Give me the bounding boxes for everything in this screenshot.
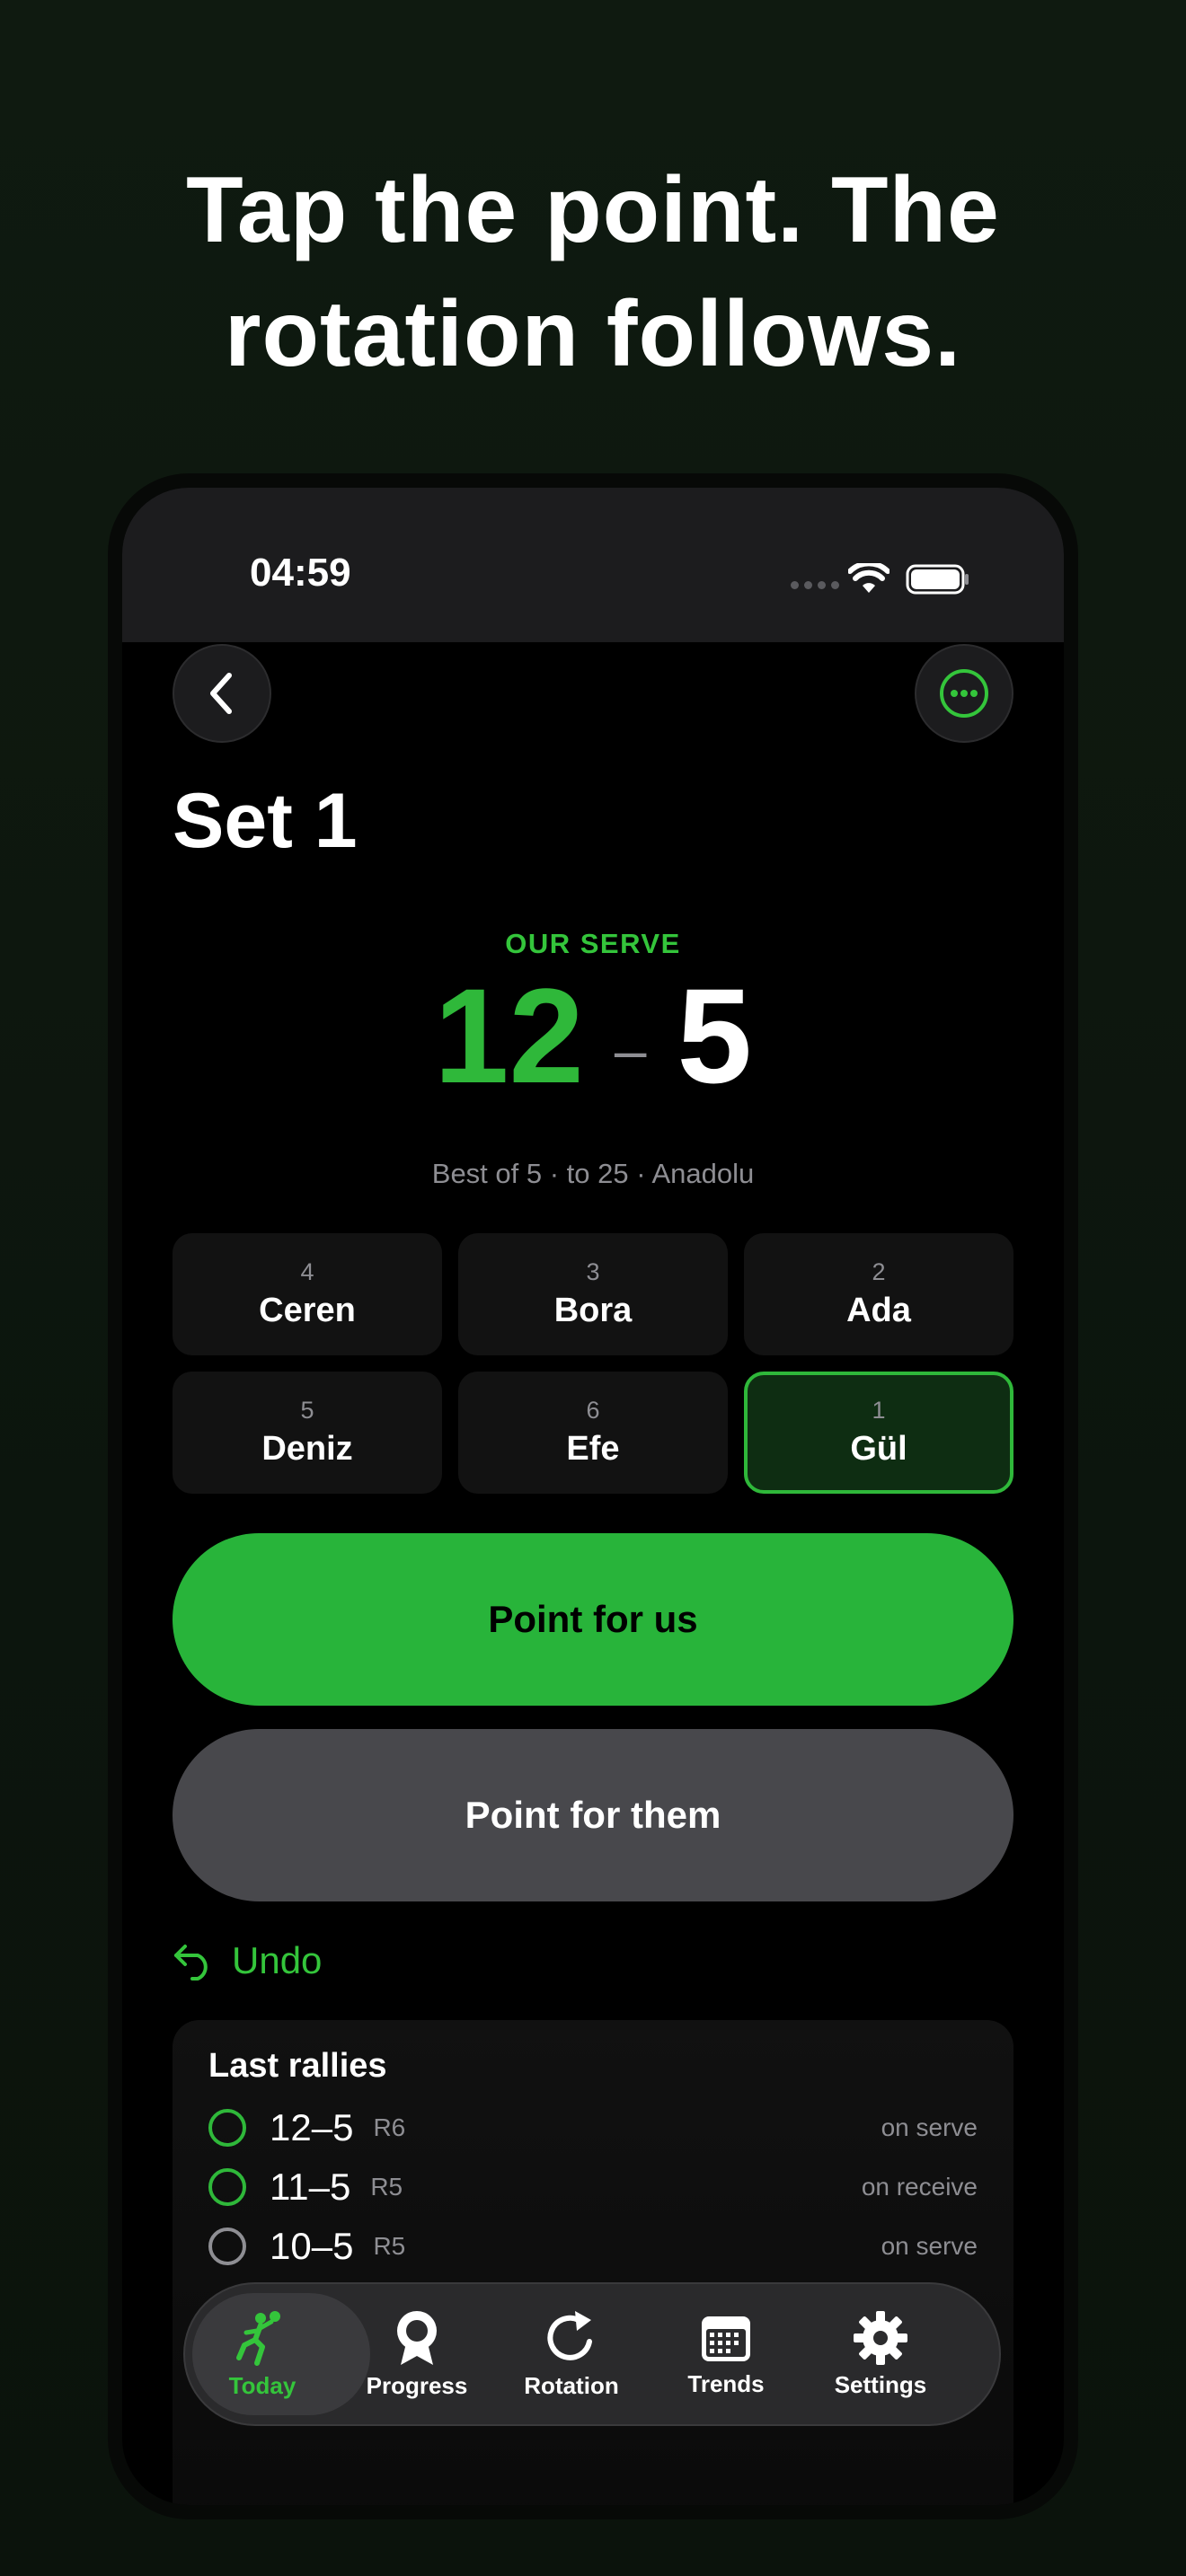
position-number: 1	[872, 1397, 886, 1424]
match-info: Best of 5 · to 25 · Anadolu	[431, 1158, 755, 1189]
chevron-left-icon	[210, 673, 232, 714]
player-name: Ada	[846, 1292, 911, 1329]
tab-rotation[interactable]: Rotation	[494, 2282, 649, 2426]
position-card[interactable]: 6 Efe	[458, 1372, 728, 1494]
point-for-them-button[interactable]: Point for them	[173, 1729, 1013, 1901]
position-number: 3	[586, 1258, 600, 1285]
player-name: Efe	[566, 1430, 620, 1468]
status-bar: 04:59	[122, 488, 1064, 642]
more-options-button[interactable]	[915, 644, 1013, 743]
battery-icon	[906, 564, 969, 595]
rally-phase: on serve	[881, 2232, 978, 2260]
tab-label: Settings	[834, 2370, 927, 2398]
tab-trends[interactable]: Trends	[649, 2282, 803, 2426]
signal-icon	[791, 581, 839, 589]
wifi-icon	[848, 563, 890, 593]
tab-bar: Today Progress Rotation Trends Settings	[183, 2282, 1001, 2426]
position-card[interactable]: 4 Ceren	[173, 1233, 442, 1355]
tab-label: Progress	[366, 2371, 468, 2399]
position-card[interactable]: 5 Deniz	[173, 1372, 442, 1494]
award-ribbon-icon	[397, 2310, 437, 2365]
gear-icon	[854, 2310, 907, 2365]
headline: Tap the point. The rotation follows.	[0, 148, 1186, 396]
headline-line-1: Tap the point. The	[186, 158, 1000, 262]
rally-rotation: R5	[373, 2232, 406, 2260]
calendar-icon	[702, 2316, 750, 2361]
undo-arrow-icon	[174, 1945, 208, 1981]
tab-label: Rotation	[524, 2371, 619, 2399]
position-card[interactable]: 2 Ada	[744, 1233, 1013, 1355]
ellipsis-circle-icon	[940, 669, 988, 718]
player-name: Gül	[850, 1430, 907, 1468]
tab-settings[interactable]: Settings	[803, 2282, 958, 2426]
rally-rotation: R6	[373, 2113, 406, 2141]
phone-frame: 04:59 Set 1 OUR SERVE 12 – 5 Best of 5 ·…	[122, 488, 1064, 2505]
serve-status-label: OUR SERVE	[505, 928, 681, 959]
position-card[interactable]: 3 Bora	[458, 1233, 728, 1355]
rally-row[interactable]: 11–5 R5 on receive	[208, 2162, 978, 2212]
rally-rotation: R5	[370, 2173, 403, 2201]
position-number: 2	[872, 1258, 886, 1285]
score-us: 12	[434, 959, 584, 1111]
scoreboard: 12 – 5	[122, 960, 1064, 1111]
rotation-grid: 4 Ceren 3 Bora 2 Ada 5 Deniz 6 Efe 1 Gül	[173, 1233, 1013, 1494]
score-them: 5	[677, 959, 752, 1111]
rally-score: 10–5	[270, 2225, 354, 2267]
rally-lost-indicator	[208, 2228, 246, 2265]
page-title: Set 1	[173, 778, 358, 864]
player-name: Deniz	[261, 1430, 353, 1468]
status-time: 04:59	[250, 551, 351, 595]
last-rallies-card: Last rallies 12–5 R6 on serve 11–5 R5 on…	[173, 2020, 1013, 2505]
undo-button[interactable]: Undo	[173, 1934, 322, 1988]
undo-label: Undo	[232, 1939, 323, 1981]
volleyball-player-icon	[236, 2310, 280, 2366]
score-separator: –	[614, 1018, 647, 1082]
rally-won-indicator	[208, 2168, 246, 2206]
rally-score: 11–5	[270, 2166, 351, 2208]
position-card-server[interactable]: 1 Gül	[744, 1372, 1013, 1494]
rally-row[interactable]: 12–5 R6 on serve	[208, 2103, 978, 2153]
rally-phase: on serve	[881, 2113, 978, 2141]
tab-label: Today	[228, 2371, 296, 2399]
tab-label: Trends	[687, 2369, 765, 2397]
point-for-us-button[interactable]: Point for us	[173, 1533, 1013, 1706]
rallies-title: Last rallies	[208, 2047, 387, 2085]
position-number: 5	[300, 1397, 314, 1424]
player-name: Bora	[553, 1292, 633, 1329]
player-name: Ceren	[259, 1292, 356, 1329]
rally-phase: on receive	[861, 2173, 978, 2201]
position-number: 6	[586, 1397, 600, 1424]
tab-today[interactable]: Today	[185, 2282, 340, 2426]
rally-row[interactable]: 10–5 R5 on serve	[208, 2221, 978, 2272]
rally-won-indicator	[208, 2109, 246, 2147]
headline-line-2: rotation follows.	[224, 282, 962, 386]
back-button[interactable]	[173, 644, 271, 743]
rally-score: 12–5	[270, 2106, 354, 2148]
position-number: 4	[300, 1258, 314, 1285]
tab-progress[interactable]: Progress	[340, 2282, 494, 2426]
rotate-arrow-icon	[547, 2310, 592, 2360]
